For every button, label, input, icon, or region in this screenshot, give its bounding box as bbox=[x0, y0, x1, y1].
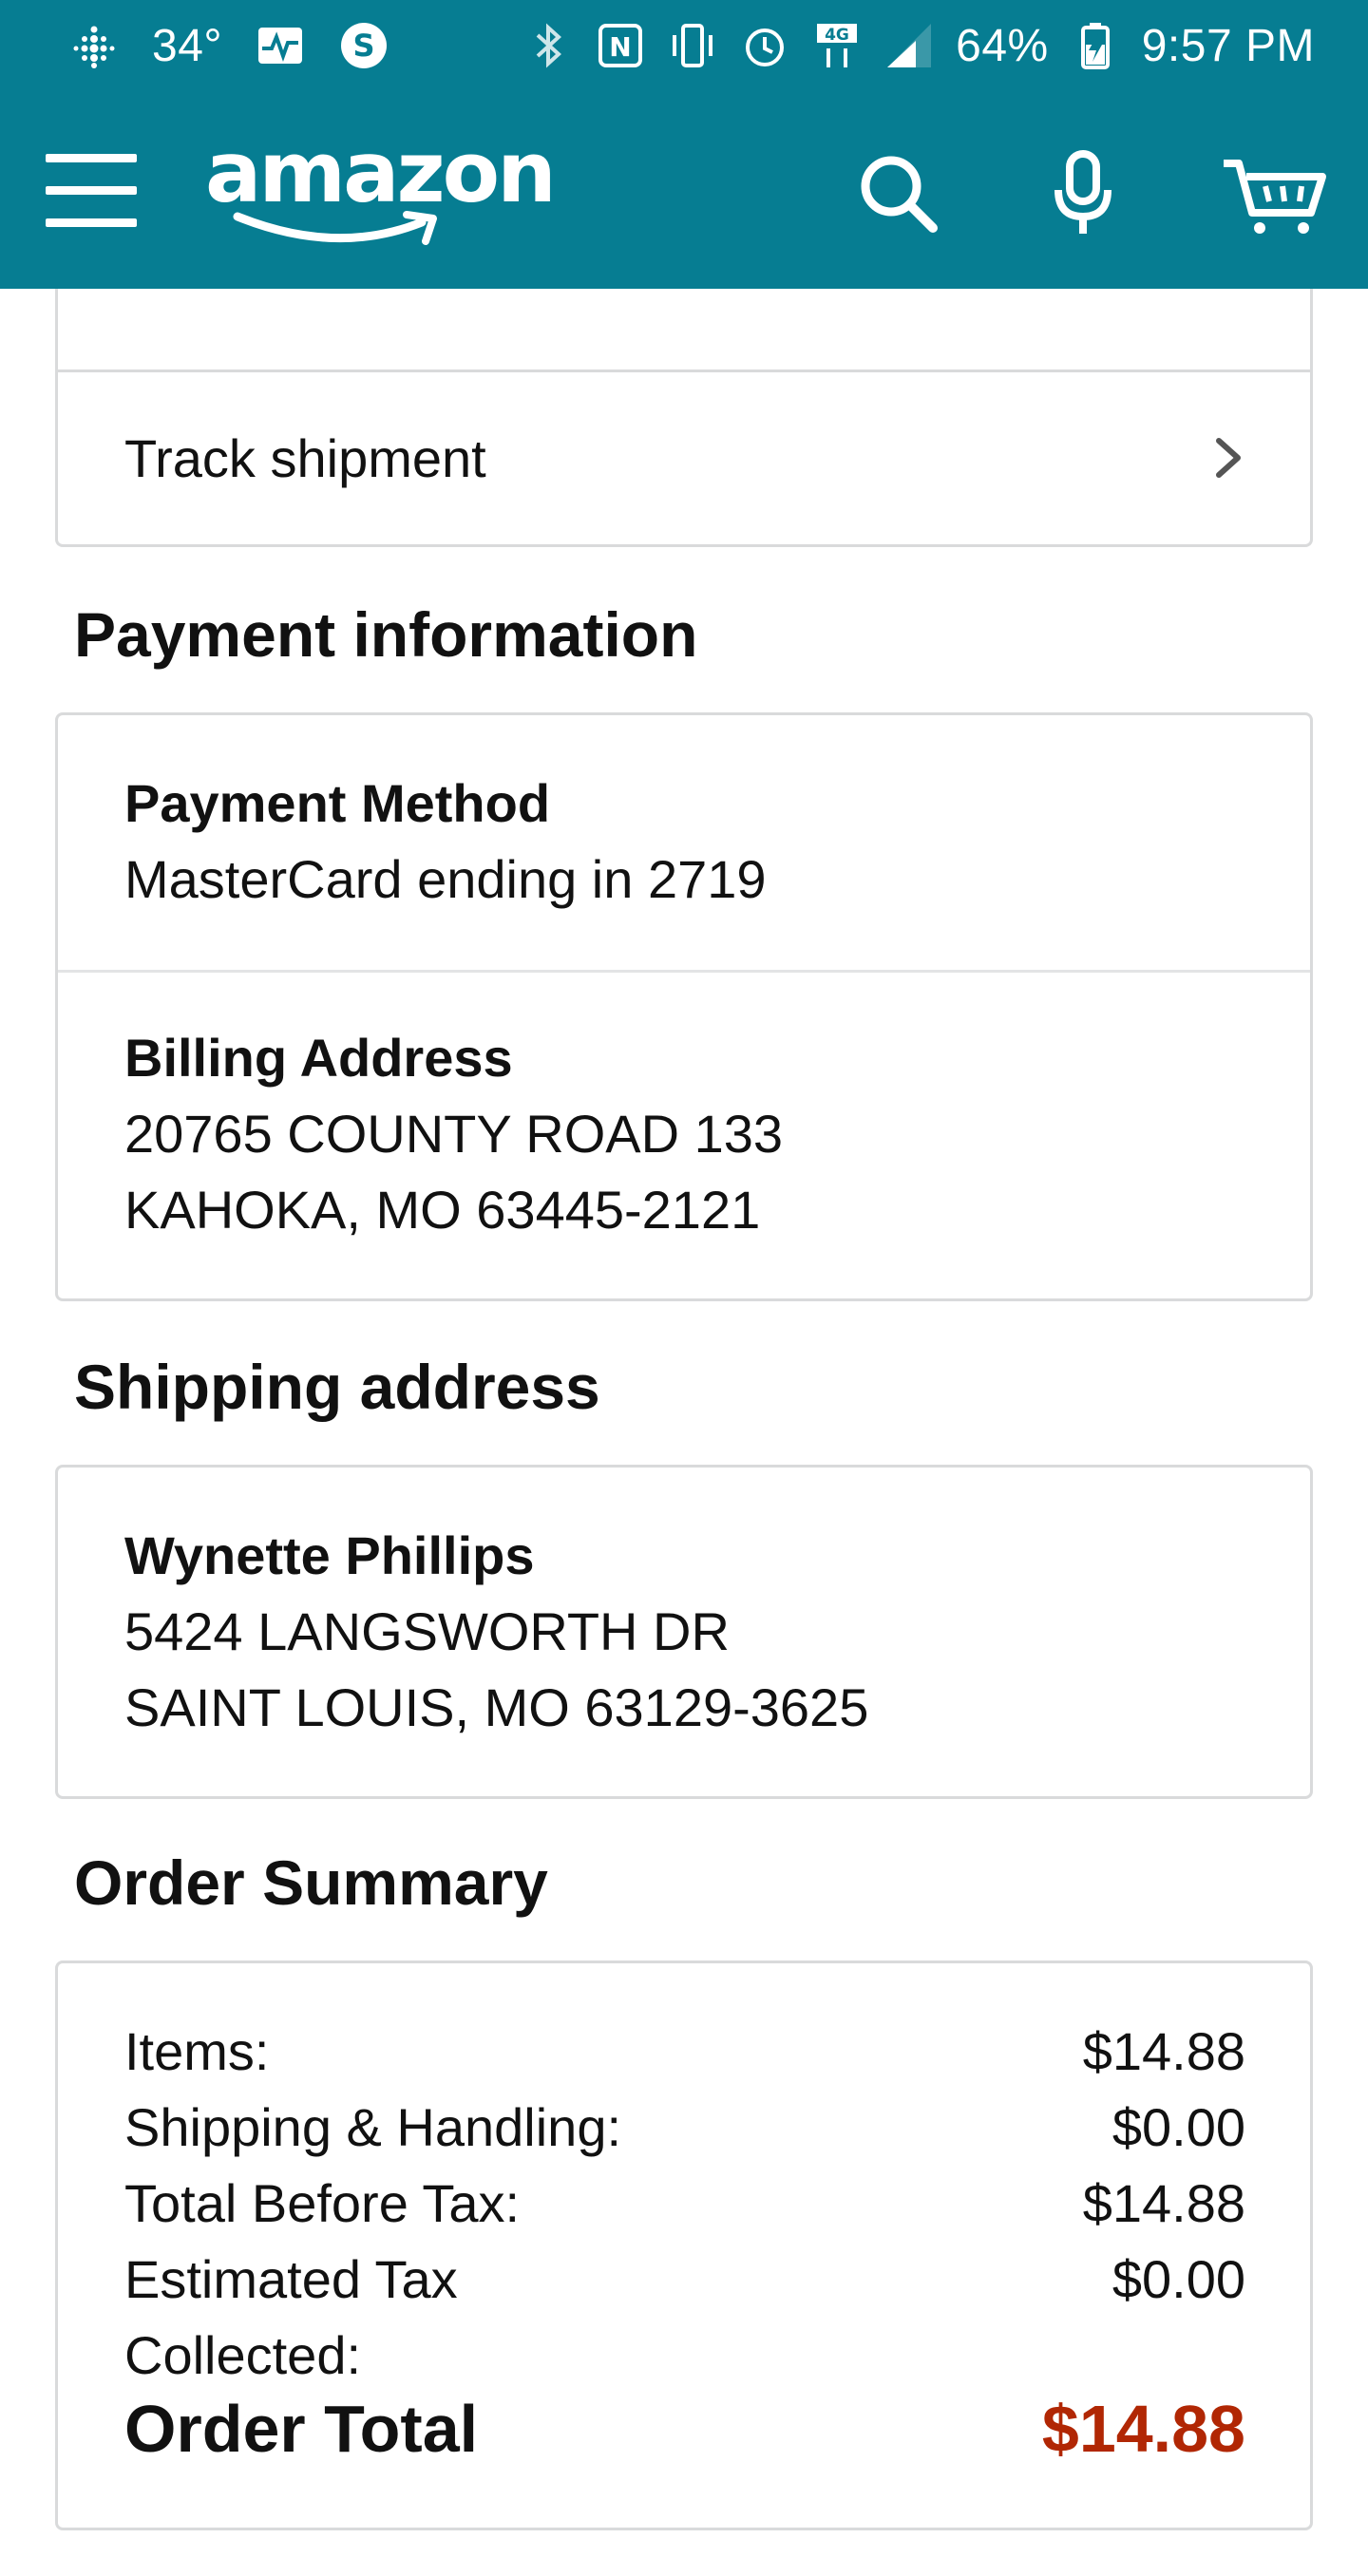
shipping-address-line2: SAINT LOUIS, MO 63129-3625 bbox=[124, 1677, 869, 1737]
divider bbox=[58, 970, 1310, 973]
s-app-icon: S bbox=[338, 20, 390, 71]
bluetooth-icon bbox=[522, 20, 574, 71]
billing-address-label: Billing Address bbox=[124, 1028, 513, 1088]
clock-text: 9:57 PM bbox=[1141, 20, 1315, 71]
app-header: amazon bbox=[0, 91, 1368, 289]
battery-percent-text: 64% bbox=[956, 20, 1049, 71]
summary-value: $0.00 bbox=[1112, 2249, 1245, 2309]
summary-label: Items: bbox=[124, 2021, 270, 2081]
shipping-name: Wynette Phillips bbox=[124, 1525, 535, 1585]
shipping-section-title: Shipping address bbox=[74, 1352, 600, 1422]
track-shipment-row[interactable]: Track shipment bbox=[55, 372, 1313, 547]
order-summary-card: Items: $14.88 Shipping & Handling: $0.00… bbox=[55, 1960, 1313, 2530]
microphone-icon[interactable] bbox=[1036, 144, 1130, 239]
logo-smile-icon bbox=[233, 211, 437, 245]
temperature-text: 34° bbox=[152, 20, 223, 71]
svg-text:N: N bbox=[609, 31, 631, 63]
search-icon[interactable] bbox=[851, 144, 946, 239]
order-total-value: $14.88 bbox=[1041, 2392, 1245, 2466]
order-summary-title: Order Summary bbox=[74, 1847, 548, 1918]
payment-method-label: Payment Method bbox=[124, 773, 551, 833]
signal-icon bbox=[884, 20, 935, 71]
payment-section-title: Payment information bbox=[74, 599, 698, 670]
billing-address-line1: 20765 COUNTY ROAD 133 bbox=[124, 1104, 784, 1164]
cart-icon[interactable] bbox=[1220, 144, 1330, 239]
fitbit-icon bbox=[68, 20, 120, 71]
vibrate-icon bbox=[667, 20, 718, 71]
shipping-card: Wynette Phillips 5424 LANGSWORTH DR SAIN… bbox=[55, 1465, 1313, 1799]
svg-text:4G: 4G bbox=[825, 26, 849, 45]
order-total-label: Order Total bbox=[124, 2392, 479, 2466]
status-bar-left: 34° S bbox=[68, 20, 390, 72]
chevron-right-icon bbox=[1202, 431, 1255, 484]
summary-label: Total Before Tax: bbox=[124, 2173, 521, 2233]
shipping-address-line1: 5424 LANGSWORTH DR bbox=[124, 1601, 730, 1661]
previous-row-stub bbox=[55, 289, 1313, 372]
payment-method-value: MasterCard ending in 2719 bbox=[124, 849, 767, 909]
nfc-icon: N bbox=[595, 20, 646, 71]
summary-label: Estimated Tax bbox=[124, 2249, 458, 2309]
logo-text: amazon bbox=[205, 123, 557, 221]
billing-address-line2: KAHOKA, MO 63445-2121 bbox=[124, 1180, 761, 1240]
status-bar: 34° S N 4G 64% 9:57 PM bbox=[0, 0, 1368, 91]
status-bar-right: N 4G 64% 9:57 PM bbox=[522, 20, 1315, 72]
summary-value: $14.88 bbox=[1082, 2021, 1245, 2081]
payment-card: Payment Method MasterCard ending in 2719… bbox=[55, 712, 1313, 1301]
summary-label: Shipping & Handling: bbox=[124, 2097, 622, 2157]
battery-charging-icon bbox=[1070, 20, 1121, 71]
summary-value: $14.88 bbox=[1082, 2173, 1245, 2233]
amazon-logo[interactable]: amazon bbox=[205, 123, 557, 249]
alarm-icon bbox=[739, 20, 790, 71]
4g-lte-icon: 4G bbox=[811, 20, 863, 71]
track-shipment-label: Track shipment bbox=[124, 428, 486, 488]
svg-text:S: S bbox=[353, 28, 375, 64]
summary-value: $0.00 bbox=[1112, 2097, 1245, 2157]
summary-label: Collected: bbox=[124, 2325, 362, 2385]
menu-icon[interactable] bbox=[46, 150, 137, 230]
pulse-icon bbox=[255, 20, 306, 71]
